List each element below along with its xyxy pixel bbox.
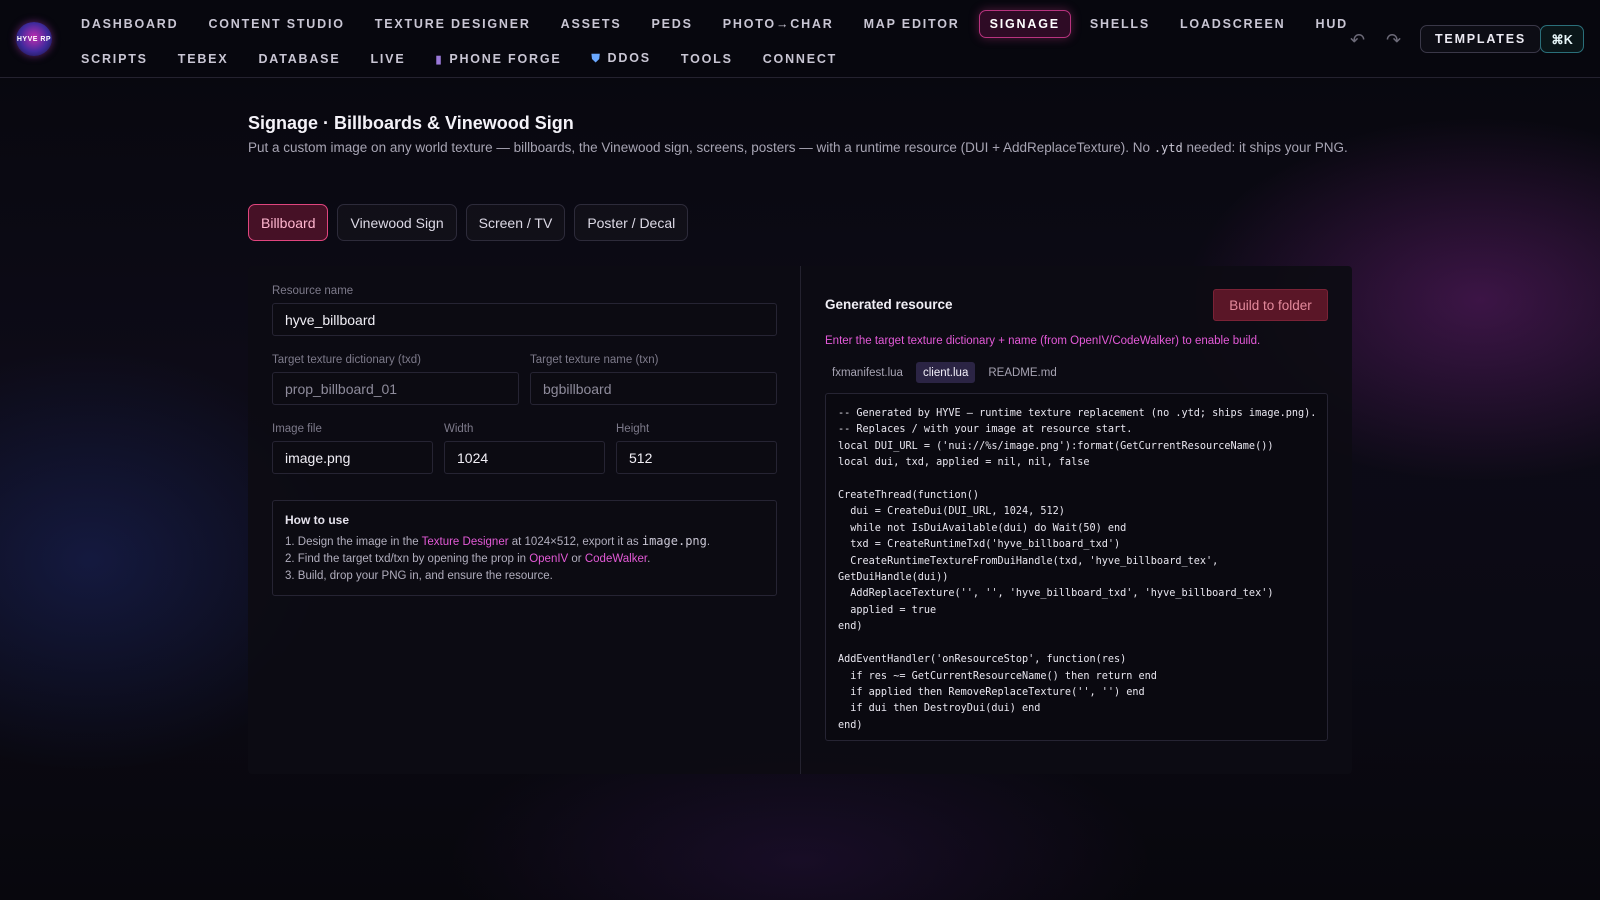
nav-item-database[interactable]: DATABASE	[247, 45, 351, 73]
txn-label: Target texture name (txn)	[530, 354, 659, 366]
nav-item-dashboard[interactable]: DASHBOARD	[70, 10, 189, 38]
tab-billboard[interactable]: Billboard	[248, 204, 329, 241]
image-file-input[interactable]: image.png	[272, 441, 433, 474]
how-to-use-title: How to use	[285, 513, 350, 527]
resource-name-input[interactable]: hyve_billboard	[272, 303, 777, 336]
nav-item-content-studio[interactable]: CONTENT STUDIO	[197, 10, 355, 38]
nav-item-signage[interactable]: SIGNAGE	[978, 10, 1071, 38]
build-warning-text: Enter the target texture dictionary + na…	[825, 335, 1261, 347]
openiv-link[interactable]: OpenIV	[529, 553, 568, 565]
nav-item-map-editor[interactable]: MAP EDITOR	[853, 10, 971, 38]
nav-item-tebex[interactable]: TEBEX	[167, 45, 240, 73]
build-to-folder-button[interactable]: Build to folder	[1213, 289, 1328, 321]
resource-name-label: Resource name	[272, 285, 354, 297]
height-label: Height	[616, 423, 650, 435]
nav-item-tools[interactable]: TOOLS	[670, 45, 744, 73]
logo-text: HYVE RP	[16, 35, 52, 43]
generated-resource-title: Generated resource	[825, 297, 953, 312]
tab-screen-tv[interactable]: Screen / TV	[465, 204, 566, 241]
how-to-step-3: 3. Build, drop your PNG in, and ensure t…	[285, 570, 553, 582]
nav-item-scripts[interactable]: SCRIPTS	[70, 45, 159, 73]
file-tab-fxmanifest[interactable]: fxmanifest.lua	[825, 362, 910, 383]
app-logo[interactable]: HYVE RP	[16, 22, 52, 56]
texture-designer-link[interactable]: Texture Designer	[422, 536, 509, 548]
nav-item-phone-forge[interactable]: ▮ PHONE FORGE	[424, 45, 572, 73]
signage-panel: Resource name hyve_billboard Target text…	[248, 266, 1352, 774]
file-tab-client-lua[interactable]: client.lua	[915, 362, 976, 383]
how-to-step-2: 2. Find the target txd/txn by opening th…	[285, 553, 651, 565]
txd-input[interactable]: prop_billboard_01	[272, 372, 519, 405]
phone-icon: ▮	[435, 53, 444, 66]
nav-item-connect[interactable]: CONNECT	[752, 45, 848, 73]
generated-resource-section: Generated resource Build to folder Enter…	[801, 266, 1352, 774]
nav-item-peds[interactable]: PEDS	[640, 10, 703, 38]
templates-button[interactable]: TEMPLATES	[1420, 25, 1541, 53]
txd-label: Target texture dictionary (txd)	[272, 354, 421, 366]
how-to-use-box: How to use 1. Design the image in the Te…	[272, 500, 777, 596]
nav-row-primary: DASHBOARD CONTENT STUDIO TEXTURE DESIGNE…	[70, 10, 1367, 38]
redo-icon[interactable]: ↷	[1386, 30, 1401, 51]
resource-form: Resource name hyve_billboard Target text…	[248, 266, 801, 774]
height-input[interactable]: 512	[616, 441, 777, 474]
width-label: Width	[444, 423, 474, 435]
code-content: -- Generated by HYVE — runtime texture r…	[838, 408, 1315, 731]
file-tab-readme[interactable]: README.md	[981, 362, 1063, 383]
nav-item-shells[interactable]: SHELLS	[1079, 10, 1161, 38]
txn-input[interactable]: bgbillboard	[530, 372, 777, 405]
nav-item-ddos[interactable]: ⛊ DDOS	[580, 44, 661, 73]
signage-type-tabs: Billboard Vinewood Sign Screen / TV Post…	[248, 204, 697, 241]
image-file-label: Image file	[272, 423, 322, 435]
tab-poster-decal[interactable]: Poster / Decal	[574, 204, 689, 241]
command-palette-button[interactable]: ⌘K	[1540, 25, 1584, 53]
code-preview[interactable]: -- Generated by HYVE — runtime texture r…	[825, 393, 1328, 741]
codewalker-link[interactable]: CodeWalker	[585, 553, 647, 565]
tab-vinewood-sign[interactable]: Vinewood Sign	[337, 204, 457, 241]
nav-item-assets[interactable]: ASSETS	[550, 10, 633, 38]
nav-item-loadscreen[interactable]: LOADSCREEN	[1169, 10, 1297, 38]
nav-item-live[interactable]: LIVE	[359, 45, 416, 73]
shield-icon: ⛊	[591, 53, 602, 65]
how-to-step-1: 1. Design the image in the Texture Desig…	[285, 534, 711, 548]
width-input[interactable]: 1024	[444, 441, 605, 474]
page-title: Signage · Billboards & Vinewood Sign	[248, 113, 574, 133]
undo-icon[interactable]: ↶	[1350, 30, 1365, 51]
nav-item-texture-designer[interactable]: TEXTURE DESIGNER	[364, 10, 542, 38]
page-description: Put a custom image on any world texture …	[248, 140, 1348, 155]
nav-row-secondary: SCRIPTS TEBEX DATABASE LIVE ▮ PHONE FORGE…	[70, 44, 856, 73]
nav-item-photo-char[interactable]: PHOTO→CHAR	[712, 10, 845, 38]
file-tabs: fxmanifest.lua client.lua README.md	[825, 362, 1070, 383]
ytd-code: .ytd	[1153, 141, 1183, 155]
top-navigation-bar: HYVE RP DASHBOARD CONTENT STUDIO TEXTURE…	[0, 0, 1600, 78]
